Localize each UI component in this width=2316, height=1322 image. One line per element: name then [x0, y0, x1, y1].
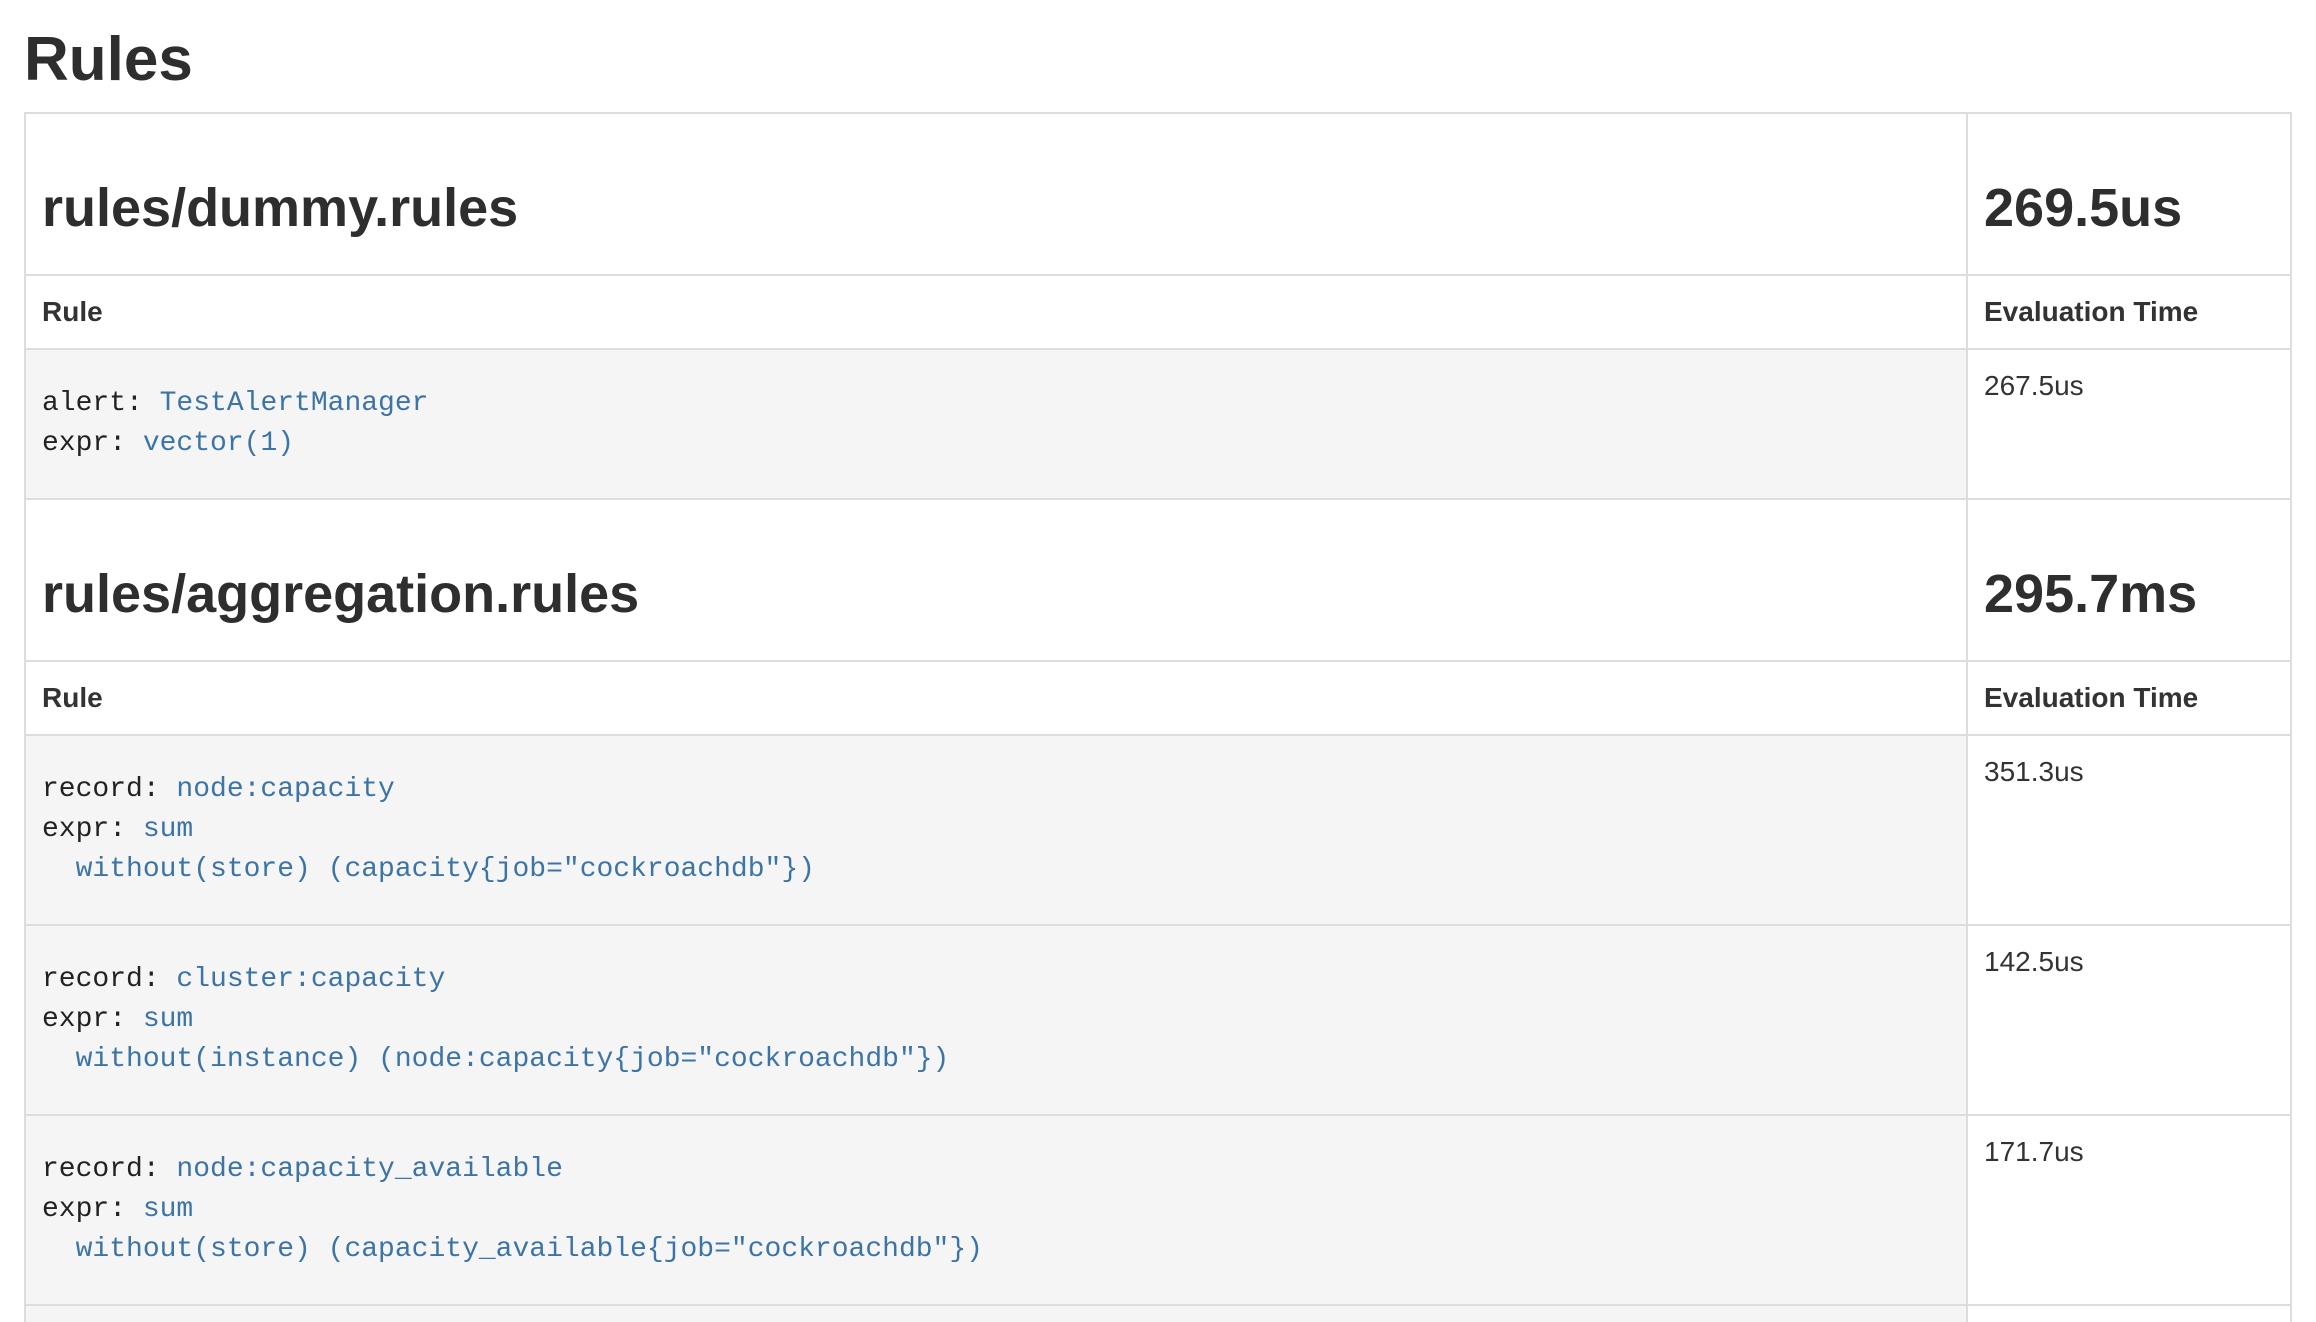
rule-row: record: cluster:capacity expr: sum witho…	[25, 925, 2291, 1115]
rule-code: record: node:capacity expr: sum without(…	[42, 752, 1950, 908]
group-name-cell: rules/dummy.rules	[25, 113, 1967, 275]
rule-eval-time: 140.5us	[1967, 1305, 2291, 1322]
rule-code: record: node:capacity_available expr: su…	[42, 1132, 1950, 1288]
rule-link[interactable]: without(store) (capacity_available{job="…	[42, 1234, 983, 1265]
rule-row: record: node:capacity expr: sum without(…	[25, 735, 2291, 925]
rule-row: record: node:capacity_available expr: su…	[25, 1115, 2291, 1305]
rules-table-body: rules/dummy.rules269.5usRuleEvaluation T…	[25, 113, 2291, 1322]
group-name: rules/aggregation.rules	[42, 564, 1950, 624]
rule-link[interactable]: TestAlertManager	[160, 388, 429, 419]
group-eval-time: 269.5us	[1984, 178, 2274, 238]
yaml-key: record:	[42, 774, 176, 805]
yaml-key: alert:	[42, 388, 160, 419]
group-name-cell: rules/aggregation.rules	[25, 499, 1967, 661]
rule-code: record: cluster:capacity expr: sum witho…	[42, 942, 1950, 1098]
rules-table: rules/dummy.rules269.5usRuleEvaluation T…	[24, 112, 2292, 1322]
group-eval-time-cell: 295.7ms	[1967, 499, 2291, 661]
rule-eval-time: 171.7us	[1967, 1115, 2291, 1305]
group-name: rules/dummy.rules	[42, 178, 1950, 238]
group-header-row: rules/dummy.rules 269.5us	[25, 113, 2291, 275]
group-header-row: rules/aggregation.rules 295.7ms	[25, 499, 2291, 661]
rule-code-cell: record: node:capacity_available expr: su…	[25, 1115, 1967, 1305]
yaml-key: expr:	[42, 1194, 143, 1225]
page-title: Rules	[24, 24, 2292, 96]
rule-eval-time: 351.3us	[1967, 735, 2291, 925]
rule-column-header: Rule	[25, 661, 1967, 735]
page-container: Rules rules/dummy.rules269.5usRuleEvalua…	[0, 24, 2316, 1322]
yaml-key: expr:	[42, 814, 143, 845]
rule-eval-time: 142.5us	[1967, 925, 2291, 1115]
rule-link[interactable]: cluster:capacity	[176, 964, 445, 995]
rule-code-cell: alert: TestAlertManager expr: vector(1)	[25, 349, 1967, 499]
rule-row: alert: TestAlertManager expr: vector(1)2…	[25, 349, 2291, 499]
group-eval-time-cell: 269.5us	[1967, 113, 2291, 275]
rule-link[interactable]: vector(1)	[143, 428, 294, 459]
yaml-key: record:	[42, 964, 176, 995]
eval-time-column-header: Evaluation Time	[1967, 275, 2291, 349]
rule-row: record: cluster:capacity_available expr:…	[25, 1305, 2291, 1322]
rule-code-cell: record: cluster:capacity_available expr:…	[25, 1305, 1967, 1322]
column-header-row: RuleEvaluation Time	[25, 661, 2291, 735]
rule-link[interactable]: sum	[143, 814, 193, 845]
group-eval-time: 295.7ms	[1984, 564, 2274, 624]
rule-code-cell: record: node:capacity expr: sum without(…	[25, 735, 1967, 925]
rule-link[interactable]: node:capacity_available	[176, 1154, 562, 1185]
rule-link[interactable]: without(store) (capacity{job="cockroachd…	[42, 854, 815, 885]
yaml-key: record:	[42, 1154, 176, 1185]
rule-link[interactable]: sum	[143, 1004, 193, 1035]
yaml-key: expr:	[42, 1004, 143, 1035]
rule-code-cell: record: cluster:capacity expr: sum witho…	[25, 925, 1967, 1115]
eval-time-column-header: Evaluation Time	[1967, 661, 2291, 735]
rule-code: alert: TestAlertManager expr: vector(1)	[42, 366, 1950, 482]
yaml-key: expr:	[42, 428, 143, 459]
rule-column-header: Rule	[25, 275, 1967, 349]
rule-eval-time: 267.5us	[1967, 349, 2291, 499]
rule-link[interactable]: node:capacity	[176, 774, 394, 805]
rule-link[interactable]: sum	[143, 1194, 193, 1225]
column-header-row: RuleEvaluation Time	[25, 275, 2291, 349]
rule-link[interactable]: without(instance) (node:capacity{job="co…	[42, 1044, 949, 1075]
